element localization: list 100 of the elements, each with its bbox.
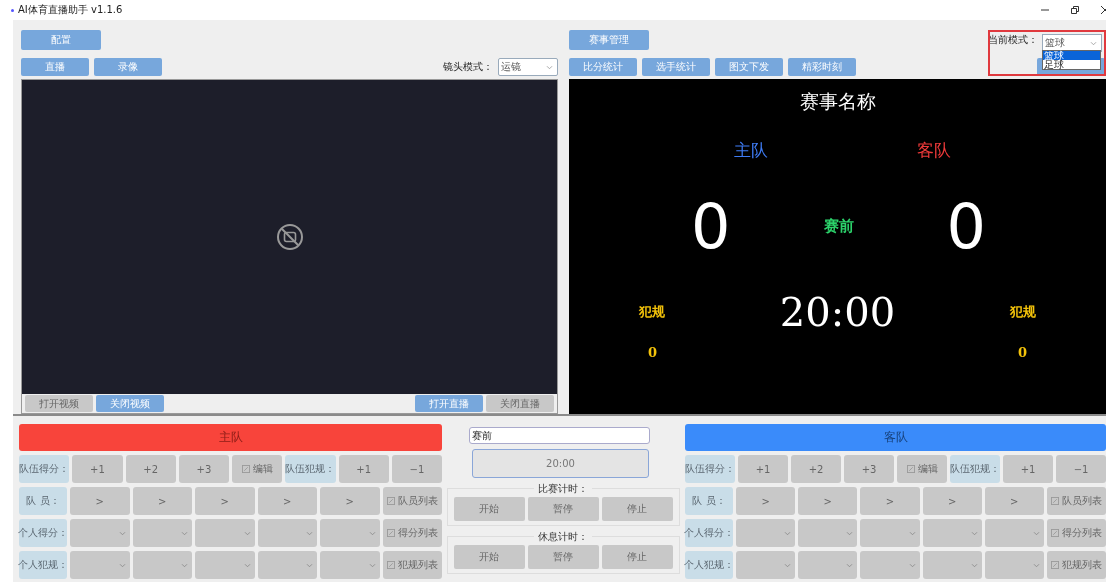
player-button[interactable]: > (320, 487, 380, 515)
player-select[interactable] (320, 551, 380, 579)
player-select[interactable] (798, 551, 858, 579)
away-score: 0 (946, 190, 986, 263)
dropdown-option[interactable]: 足球 (1043, 60, 1100, 69)
chevron-down-icon (306, 530, 313, 536)
edit-icon (386, 497, 395, 505)
chevron-down-icon (368, 562, 376, 568)
player-button[interactable]: > (257, 487, 317, 515)
chevron-down-icon (118, 530, 126, 536)
timer-button[interactable]: 停止 (601, 545, 673, 569)
player-select[interactable] (70, 519, 130, 547)
app-icon (11, 8, 14, 12)
edit-icon (386, 529, 395, 537)
source-button[interactable]: 录像 (94, 58, 162, 76)
dropdown-option[interactable]: 篮球 (1043, 51, 1100, 60)
edit-button[interactable]: 编辑 (897, 455, 947, 483)
chevron-down-icon (118, 562, 126, 568)
restore-icon[interactable] (1070, 5, 1080, 15)
clock-display: 20:00 (472, 449, 649, 478)
player-select[interactable] (984, 519, 1044, 547)
player-select[interactable] (257, 519, 317, 547)
player-button[interactable]: > (132, 487, 192, 515)
edit-button[interactable]: 编辑 (232, 455, 283, 483)
stats-button[interactable]: 比分统计 (569, 58, 637, 76)
player-select[interactable] (132, 519, 192, 547)
foul-button[interactable]: −1 (1056, 455, 1106, 483)
score-button[interactable]: +3 (844, 455, 894, 483)
match-management-button[interactable]: 赛事管理 (569, 30, 649, 50)
chevron-down-icon (368, 530, 376, 536)
timer-button[interactable]: 停止 (601, 497, 673, 521)
player-select[interactable] (922, 551, 982, 579)
player-select[interactable] (132, 551, 192, 579)
foul-list-button[interactable]: 犯规列表 (1046, 551, 1106, 579)
row-label: 个人犯规： (19, 551, 67, 579)
team-header: 客队 (685, 424, 1106, 451)
row-label: 个人得分： (19, 519, 67, 547)
player-button[interactable]: > (984, 487, 1044, 515)
score-list-button[interactable]: 得分列表 (1046, 519, 1106, 547)
source-button[interactable]: 直播 (21, 58, 89, 76)
stats-button[interactable]: 精彩时刻 (788, 58, 856, 76)
chevron-down-icon (243, 562, 251, 568)
player-button[interactable]: > (195, 487, 255, 515)
score-button[interactable]: +1 (738, 455, 788, 483)
match-name: 赛事名称 (798, 89, 877, 114)
player-select[interactable] (195, 551, 255, 579)
timer-button[interactable]: 开始 (453, 545, 525, 569)
foul-button[interactable]: +1 (1003, 455, 1053, 483)
camera-mode-select[interactable]: 运镜 (498, 58, 558, 76)
foul-label: 犯规 (1010, 303, 1036, 321)
player-button[interactable]: > (70, 487, 130, 515)
timer-button[interactable]: 暂停 (527, 497, 599, 521)
away-team-name: 客队 (917, 139, 952, 162)
status-input[interactable]: 赛前 (468, 427, 650, 444)
edit-icon (1050, 561, 1059, 569)
timer-button[interactable]: 开始 (453, 497, 525, 521)
video-button[interactable]: 关闭视频 (96, 395, 164, 412)
stats-button[interactable]: 图文下发 (715, 58, 783, 76)
player-select[interactable] (736, 551, 796, 579)
score-list-button[interactable]: 得分列表 (382, 519, 442, 547)
player-select[interactable] (860, 519, 920, 547)
score-button[interactable]: +2 (125, 455, 176, 483)
chevron-down-icon (970, 530, 978, 536)
foul-button[interactable]: +1 (338, 455, 389, 483)
game-clock: 20:00 (779, 289, 896, 335)
score-button[interactable]: +2 (791, 455, 841, 483)
stats-button[interactable]: 选手统计 (642, 58, 710, 76)
player-button[interactable]: > (798, 487, 858, 515)
player-button[interactable]: > (922, 487, 982, 515)
score-button[interactable]: +1 (72, 455, 123, 483)
foul-button[interactable]: −1 (391, 455, 442, 483)
chevron-down-icon (908, 530, 916, 536)
player-button[interactable]: > (736, 487, 796, 515)
row-label: 队伍犯规： (950, 455, 1000, 483)
row-label: 队 员： (19, 487, 67, 515)
player-select[interactable] (736, 519, 796, 547)
player-list-button[interactable]: 队员列表 (1046, 487, 1106, 515)
chevron-down-icon (1032, 530, 1040, 536)
player-select[interactable] (70, 551, 130, 579)
player-list-button[interactable]: 队员列表 (382, 487, 442, 515)
chevron-down-icon (243, 530, 251, 536)
foul-label: 犯规 (639, 303, 665, 321)
video-button[interactable]: 打开直播 (415, 395, 483, 412)
player-select[interactable] (798, 519, 858, 547)
player-select[interactable] (922, 519, 982, 547)
edit-icon (386, 561, 395, 569)
edit-icon (1050, 529, 1059, 537)
player-select[interactable] (195, 519, 255, 547)
config-button[interactable]: 配置 (21, 30, 101, 50)
close-icon[interactable] (1100, 5, 1106, 15)
player-select[interactable] (860, 551, 920, 579)
player-select[interactable] (984, 551, 1044, 579)
camera-mode-label: 镜头模式： (443, 60, 493, 74)
foul-list-button[interactable]: 犯规列表 (382, 551, 442, 579)
home-team-name: 主队 (733, 139, 768, 162)
player-button[interactable]: > (860, 487, 920, 515)
score-button[interactable]: +3 (178, 455, 229, 483)
timer-button[interactable]: 暂停 (527, 545, 599, 569)
player-select[interactable] (320, 519, 380, 547)
player-select[interactable] (257, 551, 317, 579)
